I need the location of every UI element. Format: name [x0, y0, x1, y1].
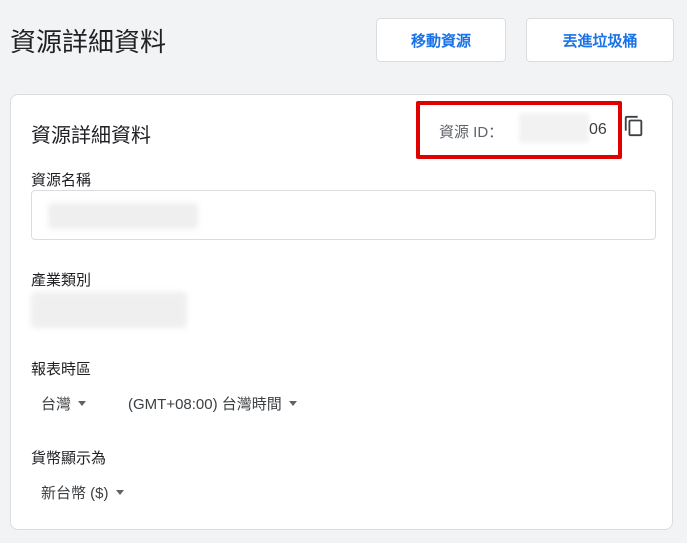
industry-category-value[interactable] — [31, 292, 187, 328]
caret-down-icon — [78, 401, 87, 406]
property-name-redacted — [48, 203, 198, 229]
timezone-country-value: 台灣 — [41, 396, 72, 413]
resource-id-redacted — [519, 113, 589, 143]
property-details-page: 資源詳細資料 移動資源 丟進垃圾桶 資源詳細資料 資源 ID： 06 資源名稱 … — [0, 0, 687, 543]
currency-label: 貨幣顯示為 — [31, 450, 107, 467]
caret-down-icon — [115, 490, 124, 495]
property-name-label: 資源名稱 — [31, 172, 92, 189]
timezone-value: (GMT+08:00) 台灣時間 — [128, 396, 282, 413]
caret-down-icon — [288, 401, 297, 406]
copy-icon[interactable] — [623, 115, 645, 137]
timezone-dropdown[interactable]: (GMT+08:00) 台灣時間 — [128, 393, 297, 414]
currency-value: 新台幣 ($) — [41, 485, 109, 502]
resource-id-value: 06 — [589, 121, 607, 138]
timezone-country-dropdown[interactable]: 台灣 — [41, 393, 87, 414]
reporting-timezone-label: 報表時區 — [31, 361, 92, 378]
resource-id-label: 資源 ID： — [439, 124, 504, 141]
property-name-input[interactable] — [31, 190, 656, 240]
move-to-trash-button[interactable]: 丟進垃圾桶 — [526, 18, 674, 62]
move-property-button[interactable]: 移動資源 — [376, 18, 506, 62]
industry-category-label: 產業類別 — [31, 272, 92, 289]
currency-dropdown[interactable]: 新台幣 ($) — [41, 482, 124, 503]
page-title: 資源詳細資料 — [10, 27, 167, 57]
card-title: 資源詳細資料 — [31, 125, 151, 147]
property-details-card: 資源詳細資料 資源 ID： 06 資源名稱 產業類別 報表時區 台灣 (GMT+… — [10, 94, 673, 530]
